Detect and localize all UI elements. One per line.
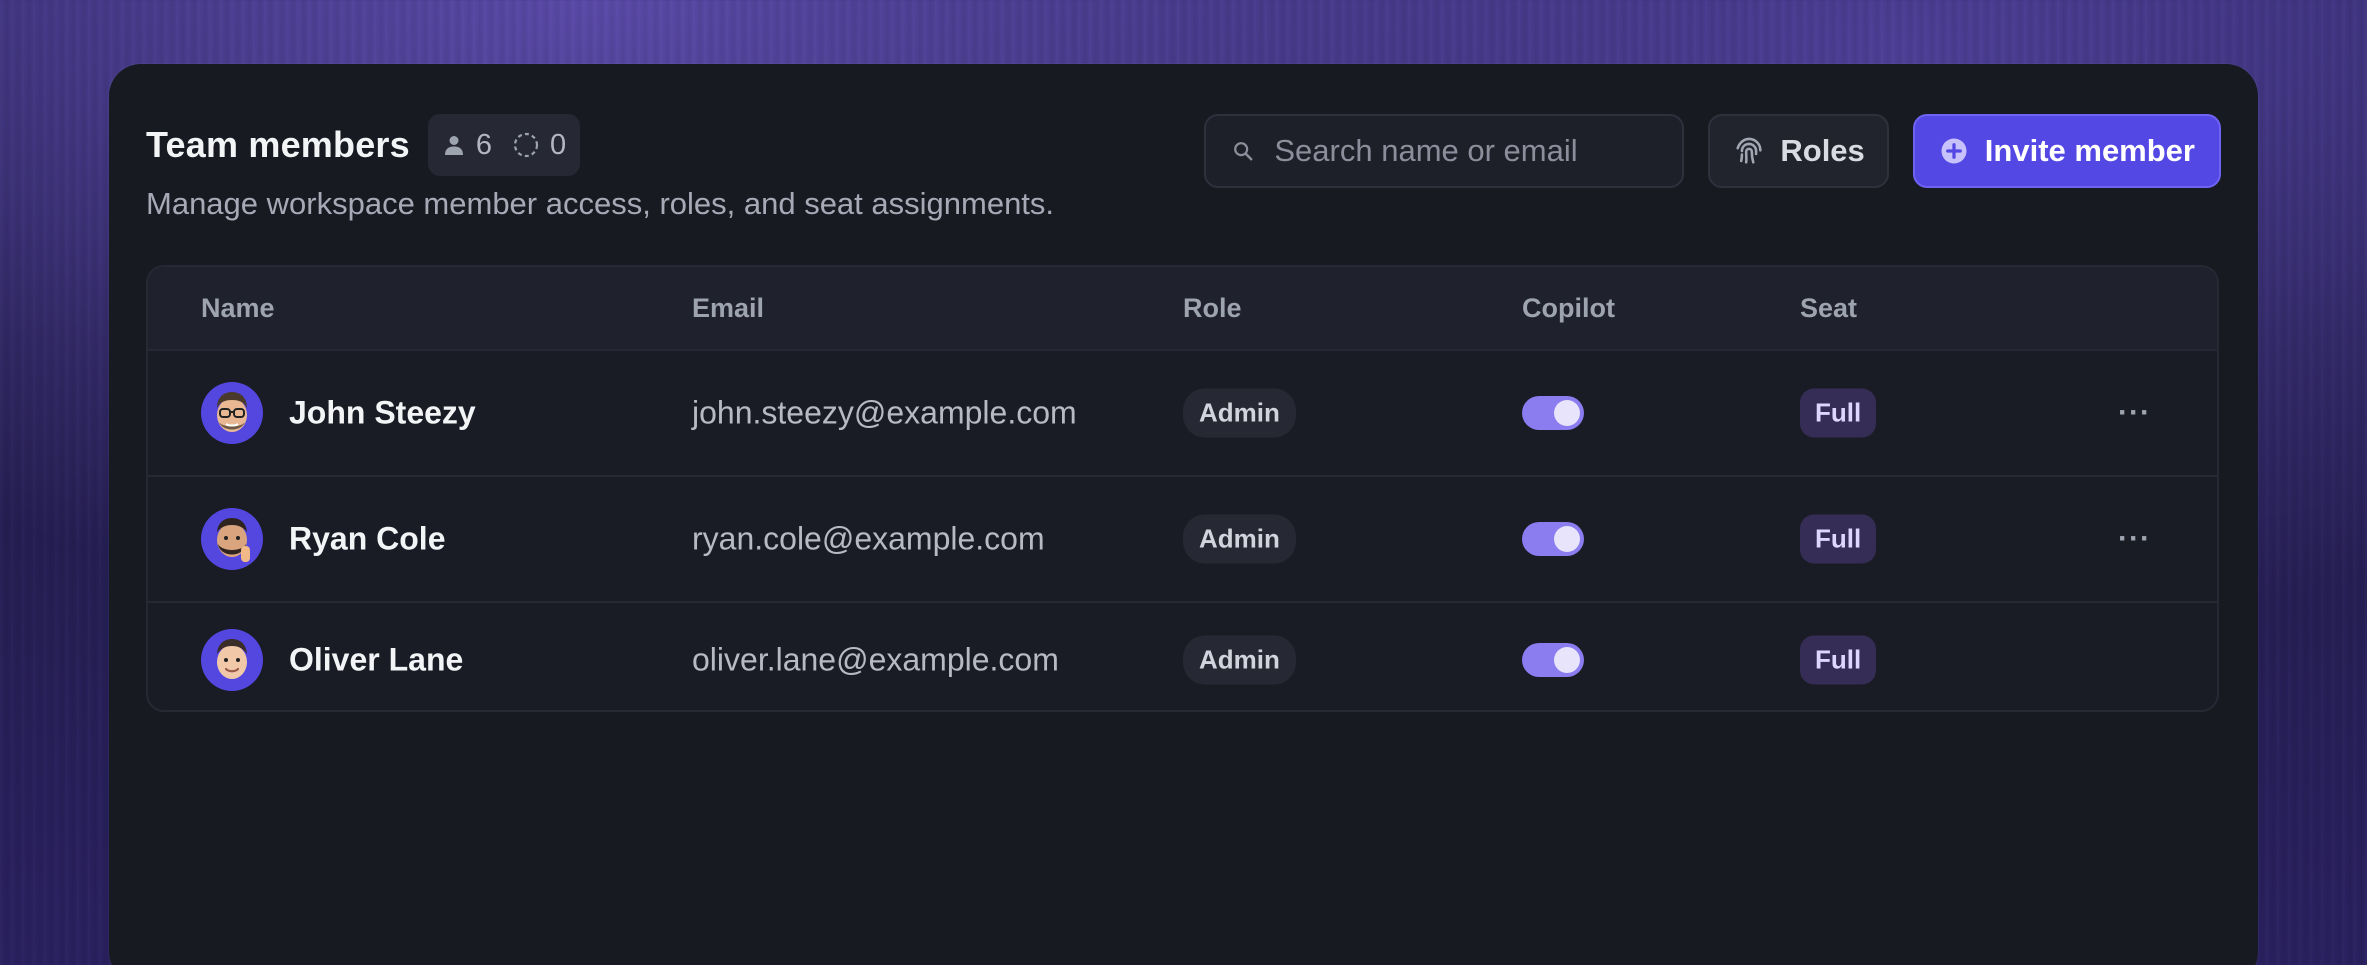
dashed-circle-icon — [513, 132, 539, 158]
person-icon — [444, 136, 463, 155]
toggle-knob — [1554, 526, 1580, 552]
seat-badge[interactable]: Full — [1800, 514, 1877, 564]
fingerprint-icon — [1736, 137, 1762, 164]
roles-button[interactable]: Roles — [1708, 114, 1889, 188]
avatar — [201, 629, 263, 691]
pending-members-value: 0 — [550, 128, 567, 161]
header-actions: Roles Invite member — [1204, 114, 2221, 188]
member-name: Ryan Cole — [289, 520, 446, 557]
members-table: Name Email Role Copilot Seat John Steezy… — [146, 265, 2219, 712]
toggle-knob — [1554, 400, 1580, 426]
page-title: Team members — [146, 124, 410, 165]
team-members-card: Team members 6 0 Manage workspace member… — [109, 64, 2258, 965]
copilot-toggle[interactable] — [1522, 643, 1584, 677]
copilot-toggle[interactable] — [1522, 522, 1584, 556]
page-header: Team members 6 0 Manage workspace member… — [146, 114, 2221, 244]
column-header-role[interactable]: Role — [1183, 293, 1242, 324]
table-row[interactable]: John Steezy john.steezy@example.com Admi… — [148, 351, 2217, 477]
invite-member-button[interactable]: Invite member — [1912, 114, 2221, 188]
toggle-knob — [1554, 647, 1580, 673]
member-counts: 6 0 — [427, 114, 581, 176]
member-email: john.steezy@example.com — [692, 394, 1077, 431]
column-header-copilot[interactable]: Copilot — [1522, 293, 1615, 324]
search-input[interactable] — [1272, 132, 1657, 170]
pending-members-count: 0 — [512, 129, 566, 162]
role-badge[interactable]: Admin — [1183, 635, 1296, 685]
invite-member-label: Invite member — [1984, 133, 2195, 168]
table-header: Name Email Role Copilot Seat — [148, 267, 2217, 351]
avatar — [201, 382, 263, 444]
role-badge[interactable]: Admin — [1183, 388, 1296, 438]
copilot-toggle[interactable] — [1522, 396, 1584, 430]
member-email: ryan.cole@example.com — [692, 520, 1045, 557]
table-row[interactable]: Ryan Cole ryan.cole@example.com Admin Fu… — [148, 477, 2217, 603]
table-row[interactable]: Oliver Lane oliver.lane@example.com Admi… — [148, 603, 2217, 710]
row-actions-menu-icon[interactable]: ··· — [2118, 396, 2151, 430]
column-header-seat[interactable]: Seat — [1800, 293, 1857, 324]
active-members-value: 6 — [475, 128, 492, 161]
seat-badge[interactable]: Full — [1800, 388, 1877, 438]
memoji-smile-icon — [217, 639, 247, 679]
roles-button-label: Roles — [1780, 133, 1865, 168]
search-icon — [1234, 142, 1253, 161]
active-members-count: 6 — [442, 129, 492, 162]
member-email: oliver.lane@example.com — [692, 641, 1059, 678]
role-badge[interactable]: Admin — [1183, 514, 1296, 564]
avatar — [201, 508, 263, 570]
page-subtitle: Manage workspace member access, roles, a… — [146, 186, 1055, 221]
memoji-beard-icon — [217, 518, 250, 562]
member-name: Oliver Lane — [289, 641, 464, 678]
row-actions-menu-icon[interactable]: ··· — [2118, 522, 2151, 556]
memoji-glasses-icon — [217, 392, 247, 432]
member-name: John Steezy — [289, 394, 476, 431]
search-box[interactable] — [1204, 114, 1685, 188]
seat-badge[interactable]: Full — [1800, 635, 1877, 685]
column-header-name[interactable]: Name — [201, 293, 275, 324]
plus-circle-icon — [1941, 138, 1967, 164]
column-header-email[interactable]: Email — [692, 293, 764, 324]
